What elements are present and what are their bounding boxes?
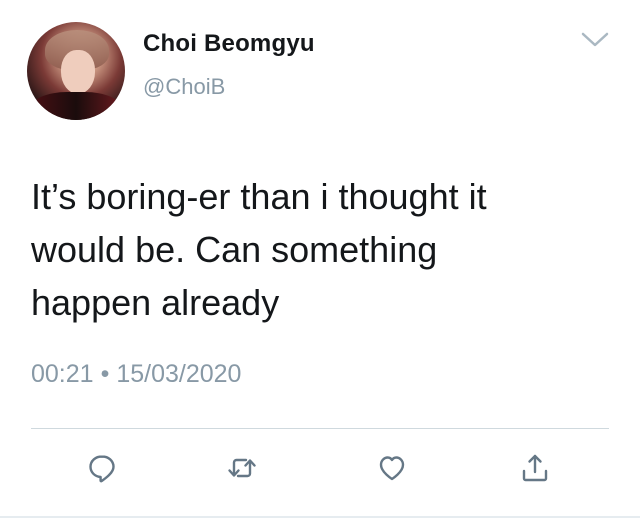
share-icon bbox=[519, 452, 551, 489]
tweet-card: Choi Beomgyu @ChoiB It’s boring-er than … bbox=[0, 0, 640, 520]
meta-separator: • bbox=[100, 360, 110, 388]
display-name[interactable]: Choi Beomgyu bbox=[143, 30, 315, 58]
avatar[interactable] bbox=[27, 22, 125, 120]
reply-button[interactable] bbox=[84, 452, 120, 488]
tweet-date: 15/03/2020 bbox=[116, 360, 242, 388]
user-handle[interactable]: @ChoiB bbox=[143, 74, 225, 100]
share-button[interactable] bbox=[517, 452, 553, 488]
tweet-text-line: It’s boring-er than i thought it bbox=[31, 176, 487, 217]
tweet-text-line: would be. Can something bbox=[31, 229, 438, 270]
retweet-icon bbox=[226, 452, 258, 489]
tweet-text-line: happen already bbox=[31, 282, 280, 323]
retweet-button[interactable] bbox=[224, 452, 260, 488]
heart-icon bbox=[376, 452, 408, 489]
bottom-border bbox=[0, 516, 640, 518]
tweet-timestamp[interactable]: 00:21 • 15/03/2020 bbox=[31, 360, 241, 389]
avatar-collar bbox=[31, 92, 121, 120]
reply-icon bbox=[86, 452, 118, 489]
tweet-text: It’s boring-er than i thought it would b… bbox=[31, 170, 611, 329]
divider bbox=[31, 428, 609, 429]
chevron-down-icon[interactable] bbox=[580, 30, 610, 50]
tweet-time: 00:21 bbox=[31, 360, 94, 388]
avatar-face bbox=[61, 50, 95, 94]
like-button[interactable] bbox=[374, 452, 410, 488]
